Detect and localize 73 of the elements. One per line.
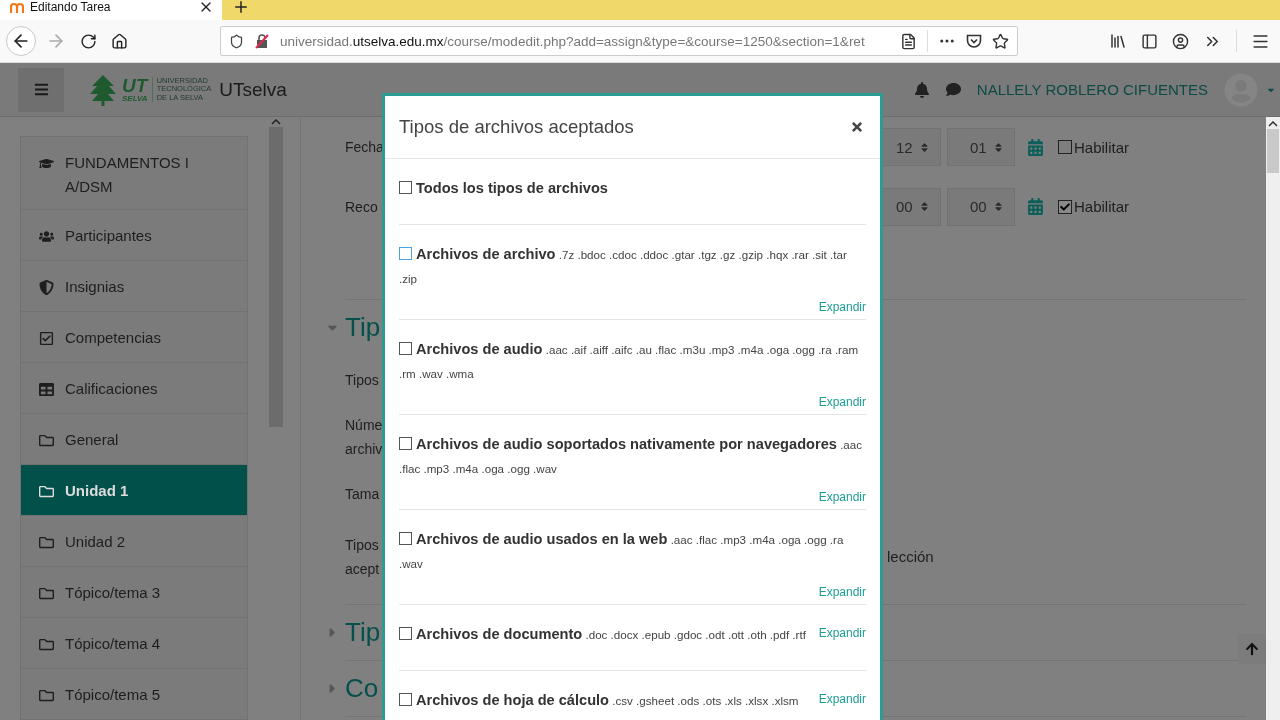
section-heading[interactable]: Co — [345, 673, 379, 704]
expand-link[interactable]: Expandir — [818, 486, 866, 509]
file-type-option[interactable]: Archivos de archivo .7z .bdoc .cdoc .ddoc .gtar .tgz .gz .gzip .hqx .rar .sit .tar .zip — [399, 242, 866, 296]
user-name[interactable]: NALLELY ROBLERO CIFUENTES — [976, 81, 1208, 98]
expand-link[interactable]: Expandir — [818, 391, 866, 414]
sort-icon — [919, 141, 930, 153]
enable-label: Habilitar — [1074, 198, 1130, 215]
home-icon[interactable] — [111, 32, 128, 50]
sidebar-item[interactable]: Tópico/tema 4 — [20, 617, 248, 669]
enable-label: Habilitar — [1074, 138, 1130, 156]
address-bar[interactable]: universidad.utselva.edu.mx/course/modedit.php?add=assign&type=&course=1250&section=1&ret — [220, 26, 1018, 56]
dialog-title: Tipos de archivos aceptados — [399, 116, 634, 138]
menu-button[interactable] — [18, 67, 64, 112]
file-type-option[interactable]: Archivos de audio .aac .aif .aiff .aifc .au .flac .m3u .mp3 .m4a .oga .ogg .ra .ram .rm .wav .wma — [399, 337, 866, 391]
sort-icon — [919, 201, 930, 212]
sort-icon — [993, 141, 1004, 153]
sidebar-item[interactable]: Unidad 2 — [20, 515, 248, 567]
pocket-icon[interactable] — [966, 33, 982, 49]
menu-icon — [33, 82, 49, 97]
logo-mark: UT SELVA — [122, 76, 148, 103]
field-label: Núme archiv — [345, 416, 383, 459]
bookmark-star-icon[interactable] — [992, 32, 1009, 50]
section-heading[interactable]: Tip — [345, 312, 381, 343]
field-label: Tipos acept — [345, 535, 380, 579]
field-label: Tipos — [345, 371, 379, 390]
file-type-option[interactable]: Archivos de hoja de cálculo .csv .gsheet .ods .ots .xls .xlsx .xlsm — [399, 688, 799, 718]
expand-link[interactable]: Expandir — [818, 296, 866, 319]
browser-tab[interactable]: Editando Tarea — [0, 0, 222, 20]
site-name[interactable]: UTselva — [219, 78, 287, 101]
account-icon[interactable] — [1172, 32, 1189, 50]
field-text: lección — [887, 548, 934, 565]
url-text: universidad.utselva.edu.mx/course/modedit.php?add=assign&type=&course=1250&section=1&ret — [280, 33, 866, 49]
time-select[interactable]: 00 — [947, 187, 1015, 226]
sidebar-icon[interactable] — [1141, 32, 1158, 50]
tab-title: Editando Tarea — [30, 0, 112, 14]
time-select[interactable]: 01 — [947, 128, 1015, 166]
reload-icon[interactable] — [80, 32, 97, 50]
scroll-up-icon[interactable] — [1268, 121, 1278, 127]
file-type-option[interactable]: Archivos de audio usados en la web .aac .flac .mp3 .m4a .oga .ogg .ra .wav — [399, 527, 866, 581]
library-icon[interactable] — [1109, 32, 1127, 50]
sidebar-item[interactable]: Tópico/tema 5 — [20, 668, 248, 720]
sidebar-item[interactable]: Insignias — [20, 260, 248, 312]
file-type-option[interactable]: Todos los tipos de archivos — [399, 176, 608, 206]
enable-checkbox[interactable] — [1058, 199, 1072, 214]
bell-icon[interactable] — [913, 81, 930, 98]
field-label: Tama — [345, 485, 380, 504]
moodle-icon — [10, 1, 24, 13]
sidebar-item[interactable]: Participantes — [20, 209, 248, 261]
expand-link[interactable]: Expandir — [818, 622, 866, 645]
field-label: Reco — [345, 197, 378, 217]
chat-icon[interactable] — [945, 82, 961, 97]
scrollbar-thumb[interactable] — [1267, 129, 1279, 173]
sort-icon — [993, 201, 1004, 212]
sidebar-item[interactable]: General — [20, 413, 248, 465]
file-type-option[interactable]: Archivos de audio soportados nativamente por navegadores .aac .flac .mp3 .m4a .oga .ogg .wav — [399, 432, 866, 486]
sidebar-item[interactable]: FUNDAMENTOS I A/DSM — [20, 136, 248, 210]
sidebar-item[interactable]: Tópico/tema 3 — [20, 566, 248, 618]
shield-icon — [229, 33, 244, 49]
sidebar-item[interactable]: Calificaciones — [20, 362, 248, 414]
expand-link[interactable]: Expandir — [818, 688, 866, 711]
back-button[interactable] — [6, 26, 36, 56]
file-type-option[interactable]: Archivos de documento .doc .docx .epub .gdoc .odt .ott .oth .pdf .rtf — [399, 622, 806, 652]
close-icon[interactable] — [850, 120, 864, 134]
arrow-up-icon — [1245, 642, 1259, 656]
sidebar-item[interactable]: Unidad 1 — [20, 464, 248, 516]
reader-view-icon[interactable] — [900, 32, 917, 50]
section-heading[interactable]: Tip — [345, 617, 381, 648]
expand-link[interactable]: Expandir — [818, 581, 866, 604]
sidebar-item[interactable]: Competencias — [20, 311, 248, 363]
tree-icon — [88, 73, 118, 106]
back-to-top-button[interactable] — [1238, 634, 1266, 664]
enable-checkbox[interactable] — [1058, 140, 1072, 154]
insecure-lock-icon — [254, 33, 270, 49]
